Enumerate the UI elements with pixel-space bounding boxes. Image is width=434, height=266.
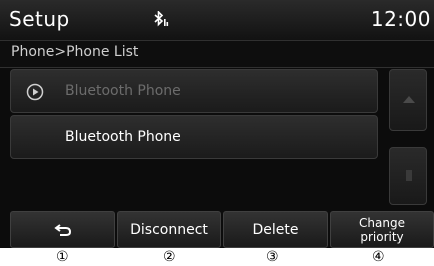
list-item[interactable]: Bluetooth Phone [10,69,378,113]
breadcrumb-text: Phone>Phone List [11,44,139,60]
chevron-down-icon [406,170,412,181]
chevron-up-icon [403,96,415,103]
list-item[interactable]: Bluetooth Phone [10,115,378,159]
callout-4: ④ [372,249,385,265]
disconnect-button[interactable]: Disconnect [117,211,221,248]
disconnect-label: Disconnect [130,221,208,238]
delete-button[interactable]: Delete [223,211,328,248]
page-title: Setup [9,7,70,31]
scroll-down-button[interactable] [389,147,427,205]
bluetooth-audio-icon [154,11,169,27]
list-item-label: Bluetooth Phone [65,129,181,145]
change-priority-label: Change priority [359,215,405,244]
back-arrow-icon [53,223,71,236]
change-priority-button[interactable]: Change priority [330,211,434,248]
clock: 12:00 [370,7,431,31]
delete-label: Delete [252,221,299,238]
breadcrumb: Phone>Phone List [0,40,434,68]
callout-2: ② [163,249,176,265]
play-circle-icon [26,83,44,101]
setup-screen: Setup 12:00 Phone>Phone List Bluetooth P… [0,0,434,248]
back-button[interactable] [10,211,115,248]
callout-3: ③ [266,249,279,265]
callout-1: ① [56,249,69,265]
scroll-up-button[interactable] [389,69,427,131]
list-item-label: Bluetooth Phone [65,83,181,99]
header-bar: Setup 12:00 [0,0,434,40]
